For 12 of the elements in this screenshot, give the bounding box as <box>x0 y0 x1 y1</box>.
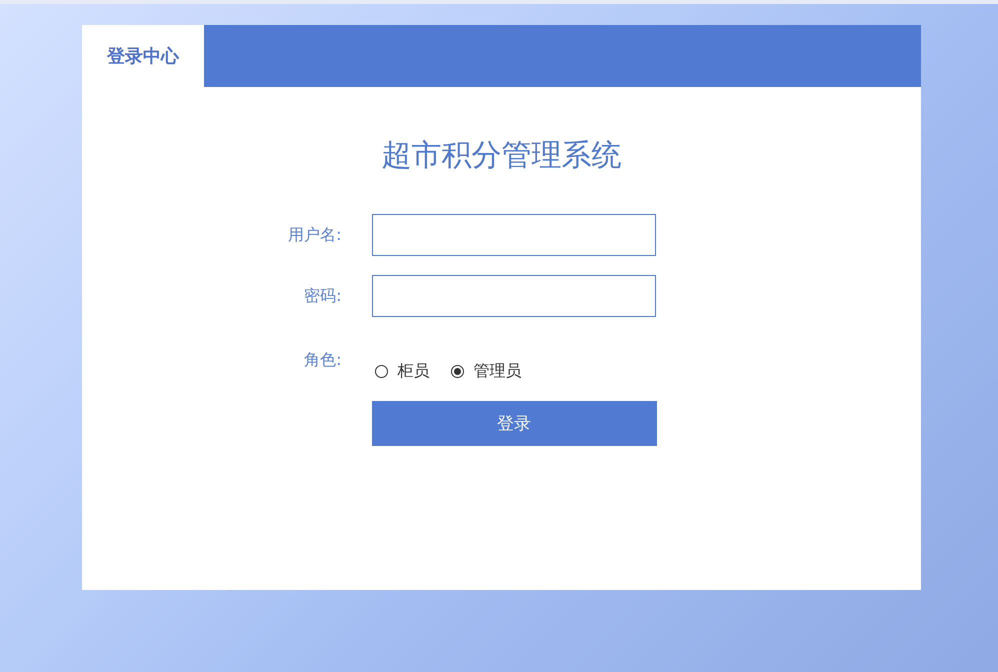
radio-button[interactable] <box>374 364 388 378</box>
input-field[interactable] <box>372 275 656 317</box>
login-button[interactable]: 登录 <box>372 401 656 446</box>
radio-label[interactable]: 柜员 <box>398 360 430 382</box>
role-label: 角色: <box>303 350 342 371</box>
input-field[interactable] <box>372 214 656 256</box>
radio-label[interactable]: 管理员 <box>474 360 522 382</box>
radio-button[interactable] <box>450 364 464 378</box>
system-title: 超市积分管理系统 <box>382 137 622 175</box>
field-label: 密码: <box>303 286 342 306</box>
field-label: 用户名: <box>287 224 342 246</box>
tab[interactable]: 登录中心 <box>82 25 204 87</box>
